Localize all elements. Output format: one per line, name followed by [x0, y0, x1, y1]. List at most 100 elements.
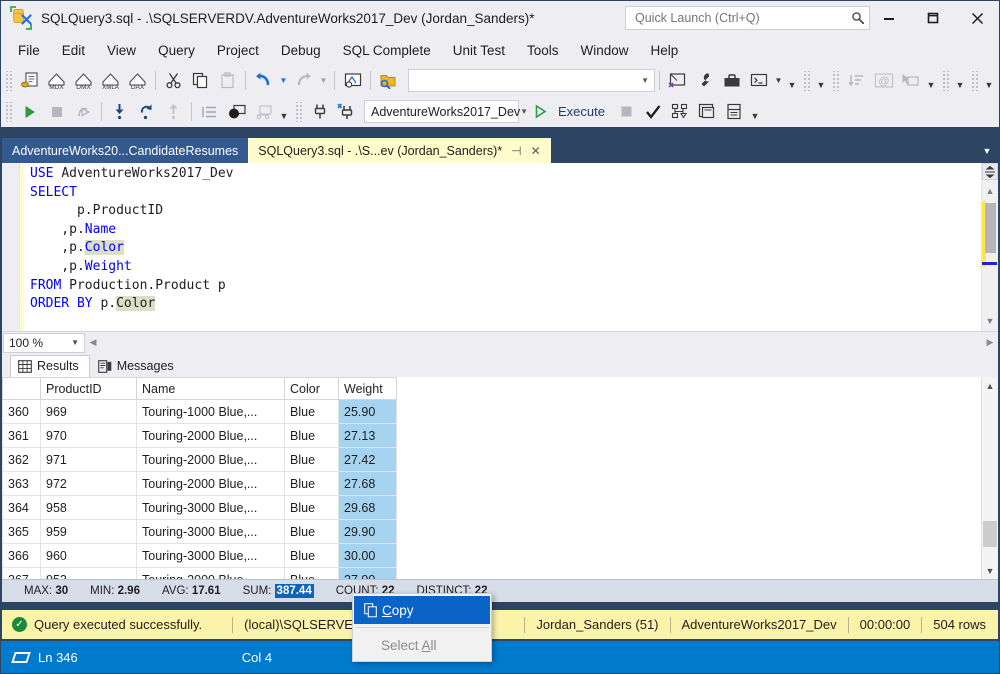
new-project-query-button[interactable]: [339, 68, 366, 93]
tab-candidate-resumes[interactable]: AdventureWorks20...CandidateResumes: [2, 138, 249, 163]
new-mdx-query-button[interactable]: MDX: [43, 68, 70, 93]
toolbar-grip[interactable]: [942, 70, 951, 91]
redo-dropdown-arrow[interactable]: ▼: [317, 68, 330, 93]
command-prompt-button[interactable]: [745, 68, 772, 93]
row-number-cell[interactable]: 364: [2, 495, 41, 520]
table-row[interactable]: 365 959 Touring-3000 Blue,... Blue 29.90: [2, 519, 397, 544]
cell-weight[interactable]: 27.13: [338, 423, 397, 448]
uncomment-button[interactable]: [250, 99, 277, 124]
find-combo[interactable]: ▼: [408, 69, 655, 92]
cell-name[interactable]: Touring-3000 Blue,...: [136, 519, 285, 544]
menu-edit[interactable]: Edit: [51, 39, 96, 62]
toolbar-overflow-1[interactable]: ▼: [785, 68, 799, 93]
menu-help[interactable]: Help: [640, 39, 690, 62]
include-client-statistics-button[interactable]: [721, 99, 748, 124]
paste-button[interactable]: [214, 68, 241, 93]
table-row[interactable]: 364 958 Touring-3000 Blue,... Blue 29.68: [2, 495, 397, 520]
cell-weight[interactable]: 27.42: [338, 447, 397, 472]
context-menu-item-select-all[interactable]: Select All: [353, 631, 491, 659]
execute-label[interactable]: Execute: [554, 104, 613, 119]
editor-scroll-thumb[interactable]: [985, 203, 996, 253]
new-query-button[interactable]: [16, 68, 43, 93]
zoom-level-combo[interactable]: 100 % ▼: [3, 332, 85, 353]
cell-color[interactable]: Blue: [284, 423, 339, 448]
stop-button[interactable]: [43, 99, 70, 124]
context-menu[interactable]: Copy Select All: [352, 593, 492, 662]
cell-name[interactable]: Touring-3000 Blue,...: [136, 543, 285, 568]
redo-button[interactable]: [290, 68, 317, 93]
new-dax-query-button[interactable]: DAX: [124, 68, 151, 93]
toolbar-overflow-3[interactable]: ▼: [924, 68, 938, 93]
scroll-up-arrow-icon[interactable]: ▲: [982, 377, 998, 394]
toolbox-button[interactable]: [718, 68, 745, 93]
toolbar-grip[interactable]: [295, 101, 304, 122]
cell-name[interactable]: Touring-2000 Blue,...: [136, 423, 285, 448]
toolbar-grip[interactable]: [971, 70, 980, 91]
pointer-window-button[interactable]: [897, 68, 924, 93]
menu-project[interactable]: Project: [206, 39, 270, 62]
cell-productid[interactable]: 969: [40, 399, 137, 424]
cell-productid[interactable]: 959: [40, 519, 137, 544]
cell-color[interactable]: Blue: [284, 399, 339, 424]
cell-name[interactable]: Touring-3000 Blue,...: [136, 495, 285, 520]
pin-icon[interactable]: ⊣: [511, 145, 521, 157]
quick-launch-box[interactable]: [625, 6, 870, 30]
table-row[interactable]: 362 971 Touring-2000 Blue,... Blue 27.42: [2, 447, 397, 472]
split-view-button[interactable]: [982, 163, 998, 180]
cell-productid[interactable]: 972: [40, 471, 137, 496]
toolbar-grip[interactable]: [5, 101, 14, 122]
menu-file[interactable]: File: [7, 39, 51, 62]
cell-color[interactable]: Blue: [284, 447, 339, 472]
sql-code-text[interactable]: USE AdventureWorks2017_Dev SELECT p.Produ…: [24, 163, 981, 331]
editor-horizontal-scrollbar[interactable]: [101, 334, 982, 351]
toolbar-grip[interactable]: [832, 70, 841, 91]
tab-results[interactable]: Results: [10, 355, 90, 377]
row-number-cell[interactable]: 360: [2, 399, 41, 424]
row-header-corner[interactable]: [2, 377, 41, 400]
scroll-down-arrow-icon[interactable]: ▼: [982, 562, 998, 579]
menu-tools[interactable]: Tools: [516, 39, 570, 62]
tab-messages[interactable]: Messages: [90, 355, 185, 377]
sort-button[interactable]: [843, 68, 870, 93]
database-combo[interactable]: AdventureWorks2017_Dev ▼: [364, 100, 528, 123]
import-button[interactable]: [106, 99, 133, 124]
debug-button[interactable]: [70, 99, 97, 124]
toolbar-grip[interactable]: [5, 70, 14, 91]
table-row[interactable]: 363 972 Touring-2000 Blue,... Blue 27.68: [2, 471, 397, 496]
results-grid[interactable]: ProductID Name Color Weight 360 969 Touring-10…: [2, 377, 998, 592]
cell-productid[interactable]: 971: [40, 447, 137, 472]
stop-square-button[interactable]: [613, 99, 640, 124]
cell-weight[interactable]: 29.68: [338, 495, 397, 520]
cell-weight[interactable]: 29.90: [338, 519, 397, 544]
object-explorer-button[interactable]: [664, 68, 691, 93]
command-prompt-dropdown-arrow[interactable]: ▼: [772, 68, 785, 93]
undo-button[interactable]: [250, 68, 277, 93]
cell-weight[interactable]: 25.90: [338, 399, 397, 424]
cell-name[interactable]: Touring-2000 Blue,...: [136, 447, 285, 472]
grid-vertical-scrollbar[interactable]: ▲ ▼: [981, 377, 998, 579]
toolbar-overflow-4[interactable]: ▼: [953, 68, 967, 93]
scroll-right-icon[interactable]: ▶: [982, 334, 998, 352]
close-tab-icon[interactable]: ✕: [531, 145, 541, 157]
execute-play-button[interactable]: [16, 99, 43, 124]
menu-window[interactable]: Window: [570, 39, 640, 62]
find-folder-button[interactable]: [375, 68, 402, 93]
table-row[interactable]: 360 969 Touring-1000 Blue,... Blue 25.90: [2, 399, 397, 424]
cell-name[interactable]: Touring-1000 Blue,...: [136, 399, 285, 424]
undo-dropdown-arrow[interactable]: ▼: [277, 68, 290, 93]
include-actual-plan-button[interactable]: [694, 99, 721, 124]
quick-launch-input[interactable]: [633, 10, 851, 26]
column-header-weight[interactable]: Weight: [338, 377, 397, 400]
sql-editor[interactable]: USE AdventureWorks2017_Dev SELECT p.Produ…: [2, 163, 998, 331]
cell-weight[interactable]: 27.68: [338, 471, 397, 496]
toolbar-overflow-5[interactable]: ▼: [982, 68, 996, 93]
cell-color[interactable]: Blue: [284, 543, 339, 568]
indent-list-button[interactable]: [196, 99, 223, 124]
maximize-button[interactable]: [911, 1, 955, 35]
execute-button-icon[interactable]: [527, 99, 554, 124]
toolbar-overflow-7[interactable]: ▼: [748, 99, 762, 124]
cut-button[interactable]: [160, 68, 187, 93]
new-xmla-query-button[interactable]: XMLA: [97, 68, 124, 93]
menu-unit-test[interactable]: Unit Test: [442, 39, 516, 62]
column-header-name[interactable]: Name: [136, 377, 285, 400]
